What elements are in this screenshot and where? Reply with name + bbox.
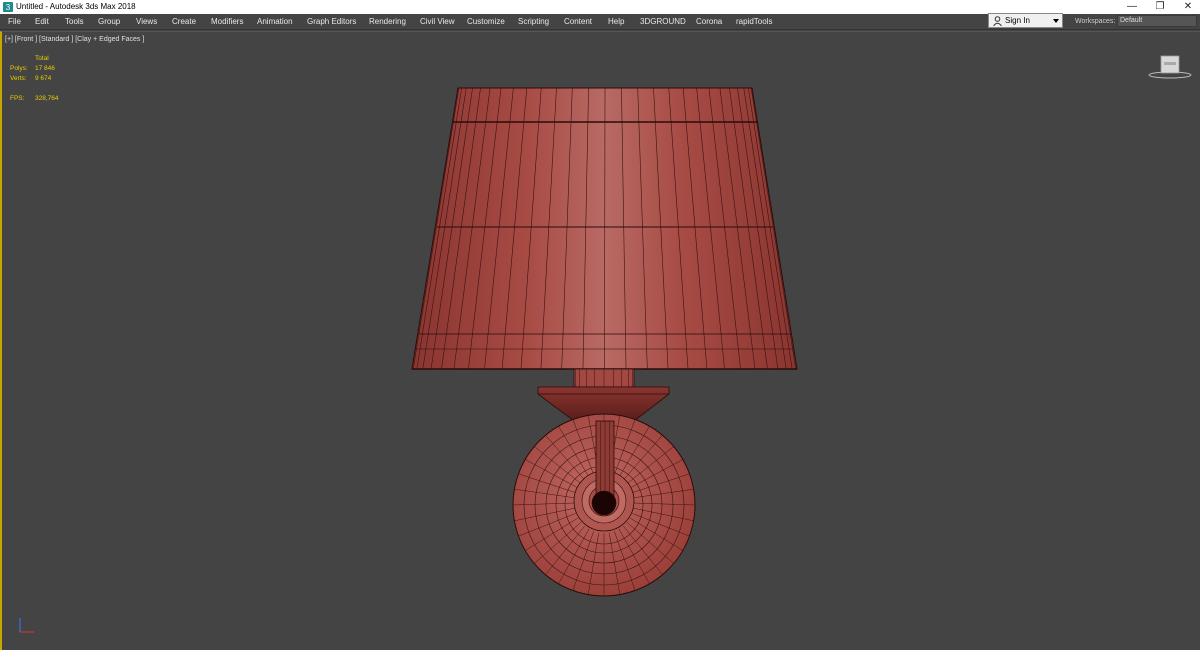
sign-in-label: Sign In bbox=[1005, 16, 1030, 25]
menu-create[interactable]: Create bbox=[172, 15, 196, 28]
menu-graph-editors[interactable]: Graph Editors bbox=[307, 15, 356, 28]
menu-rapidtools[interactable]: rapidTools bbox=[736, 15, 772, 28]
svg-text:3: 3 bbox=[6, 3, 11, 12]
menu-bar: File Edit Tools Group Views Create Modif… bbox=[0, 13, 1200, 30]
close-button[interactable]: ✕ bbox=[1174, 0, 1200, 14]
menu-views[interactable]: Views bbox=[136, 15, 157, 28]
menu-3dground[interactable]: 3DGROUND bbox=[640, 15, 686, 28]
workspaces-label: Workspaces: bbox=[1075, 18, 1116, 25]
chevron-down-icon bbox=[1053, 19, 1059, 23]
workspace-select[interactable]: Default bbox=[1117, 15, 1197, 27]
wall-lamp-model[interactable] bbox=[2, 32, 1198, 650]
menu-edit[interactable]: Edit bbox=[35, 15, 49, 28]
menu-animation[interactable]: Animation bbox=[257, 15, 293, 28]
workspace-value: Default bbox=[1120, 17, 1143, 24]
lamp-neck bbox=[573, 368, 635, 388]
user-icon bbox=[993, 16, 1002, 26]
sign-in-dropdown[interactable]: Sign In bbox=[988, 13, 1063, 28]
title-bar: 3 Untitled - Autodesk 3ds Max 2018 — ❐ ✕ bbox=[0, 0, 1200, 14]
menu-help[interactable]: Help bbox=[608, 15, 624, 28]
minimize-button[interactable]: — bbox=[1118, 0, 1146, 14]
front-viewport[interactable]: [+] [Front ] [Standard ] [Clay + Edged F… bbox=[0, 31, 1200, 650]
menu-rendering[interactable]: Rendering bbox=[369, 15, 406, 28]
menu-customize[interactable]: Customize bbox=[467, 15, 505, 28]
menu-file[interactable]: File bbox=[8, 15, 21, 28]
menu-modifiers[interactable]: Modifiers bbox=[211, 15, 243, 28]
lamp-shade bbox=[411, 87, 798, 370]
axis-tripod-icon bbox=[19, 618, 34, 633]
maximize-button[interactable]: ❐ bbox=[1146, 0, 1174, 14]
menu-group[interactable]: Group bbox=[98, 15, 120, 28]
menu-scripting[interactable]: Scripting bbox=[518, 15, 549, 28]
menu-tools[interactable]: Tools bbox=[65, 15, 84, 28]
menu-corona[interactable]: Corona bbox=[696, 15, 722, 28]
menu-civil-view[interactable]: Civil View bbox=[420, 15, 455, 28]
3dsmax-app-icon: 3 bbox=[3, 2, 13, 12]
window-title: Untitled - Autodesk 3ds Max 2018 bbox=[16, 2, 136, 11]
menu-content[interactable]: Content bbox=[564, 15, 592, 28]
